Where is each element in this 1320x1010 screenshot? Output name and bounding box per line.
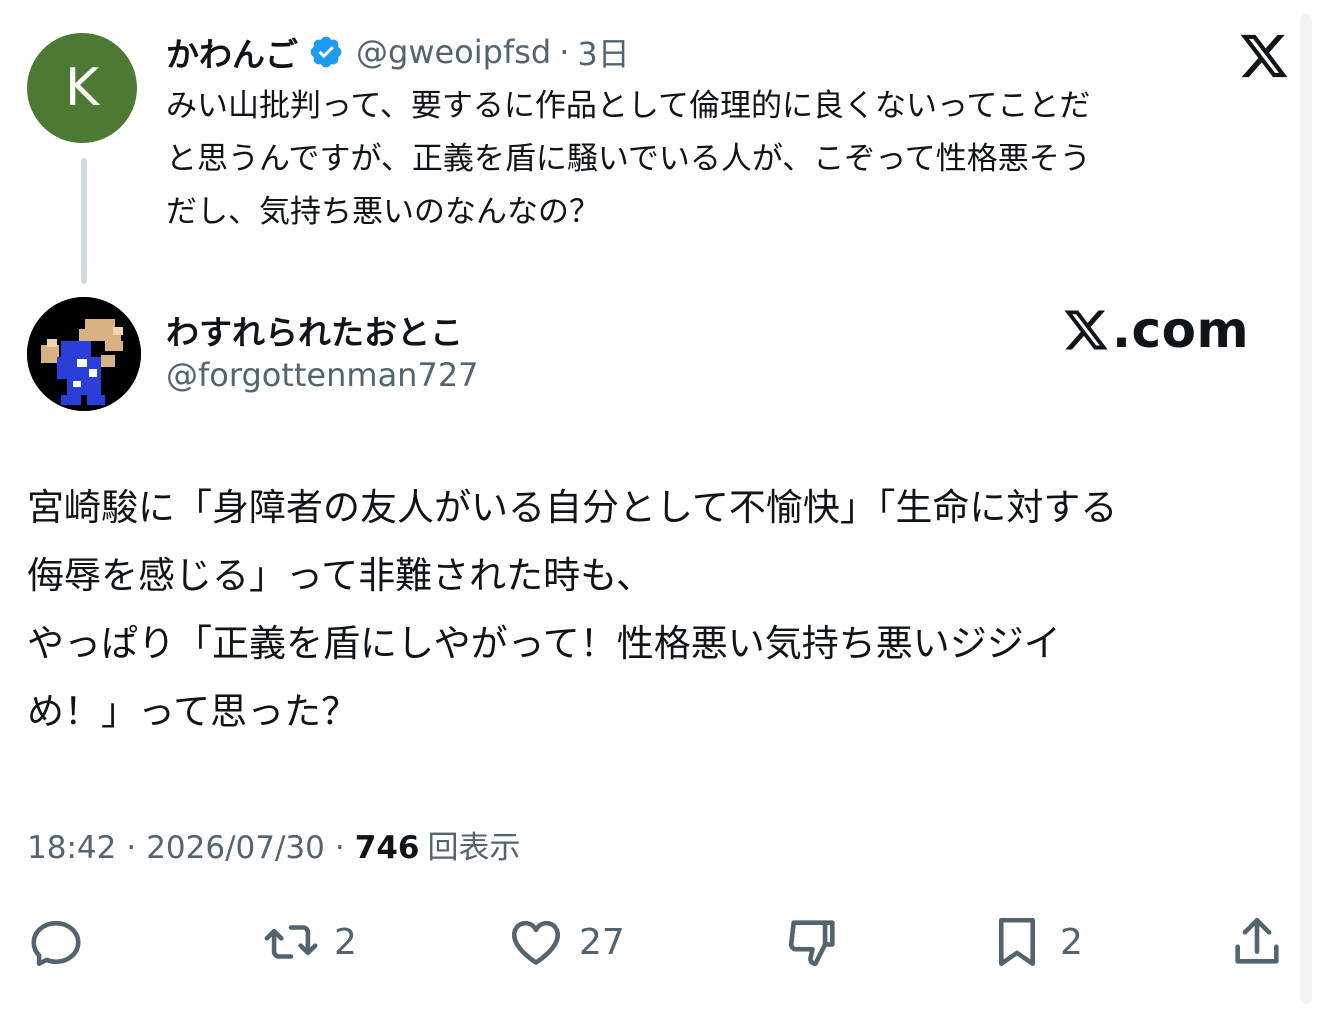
parent-tweet-text: みい山批判って、要するに作品として倫理的に良くないってことだ と思うんですが、正… [166, 88, 1091, 230]
parent-display-name[interactable]: かわんご [166, 28, 298, 76]
reply-display-name[interactable]: わすれられたおとこ [166, 306, 463, 354]
header-separator: · [559, 33, 570, 71]
x-com-watermark: .com [1062, 300, 1249, 360]
timestamp-separator: · [126, 830, 137, 866]
share-button[interactable] [1228, 910, 1286, 974]
reply-avatar[interactable] [27, 297, 141, 411]
bookmark-count: 2 [1060, 921, 1083, 963]
views-label: 回表示 [427, 830, 521, 866]
retweet-count: 2 [334, 921, 357, 963]
parent-time-ago[interactable]: 3日 [577, 29, 629, 75]
parent-handle[interactable]: @gweoipfsd [356, 33, 551, 71]
tweet-detail-screen: K かわんご @gweoipfsd · 3日 みい山批判って、要するに作品として… [0, 0, 1320, 1010]
retweet-button[interactable]: 2 [262, 910, 357, 974]
tweet-action-bar: 2 27 2 [0, 910, 1320, 974]
reply-handle[interactable]: @forgottenman727 [166, 356, 479, 394]
downvote-button[interactable] [784, 910, 842, 974]
pixel-character-icon [27, 297, 141, 411]
reply-button[interactable] [27, 910, 85, 974]
tweet-date[interactable]: 2026/07/30 [146, 830, 325, 866]
views-count[interactable]: 746 [355, 830, 420, 866]
reply-tweet-text: 宮崎駿に「身障者の友人がいる自分として不愉快」「生命に対する 侮辱を感じる」って… [27, 486, 1118, 733]
verified-badge-icon [310, 36, 342, 68]
parent-tweet-header: かわんご @gweoipfsd · 3日 [166, 28, 630, 76]
x-logo-icon [1240, 34, 1288, 78]
retweet-icon [264, 925, 318, 959]
heart-icon [511, 920, 561, 965]
x-logo-icon [1064, 310, 1108, 350]
thread-connector-line [81, 158, 87, 284]
bookmark-button[interactable]: 2 [988, 910, 1083, 974]
like-button[interactable]: 27 [507, 910, 625, 974]
timestamp-separator-2: · [334, 830, 345, 866]
tweet-time[interactable]: 18:42 [27, 830, 116, 866]
like-count: 27 [579, 921, 625, 963]
bookmark-icon [998, 917, 1036, 967]
watermark-domain-text: .com [1112, 301, 1250, 359]
reply-icon [31, 920, 81, 967]
downvote-icon [788, 920, 835, 967]
parent-avatar[interactable]: K [27, 33, 137, 143]
tweet-timestamp-row: 18:42 · 2026/07/30 · 746 回表示 [27, 822, 520, 867]
share-icon [1235, 917, 1279, 964]
avatar-letter: K [64, 58, 100, 118]
